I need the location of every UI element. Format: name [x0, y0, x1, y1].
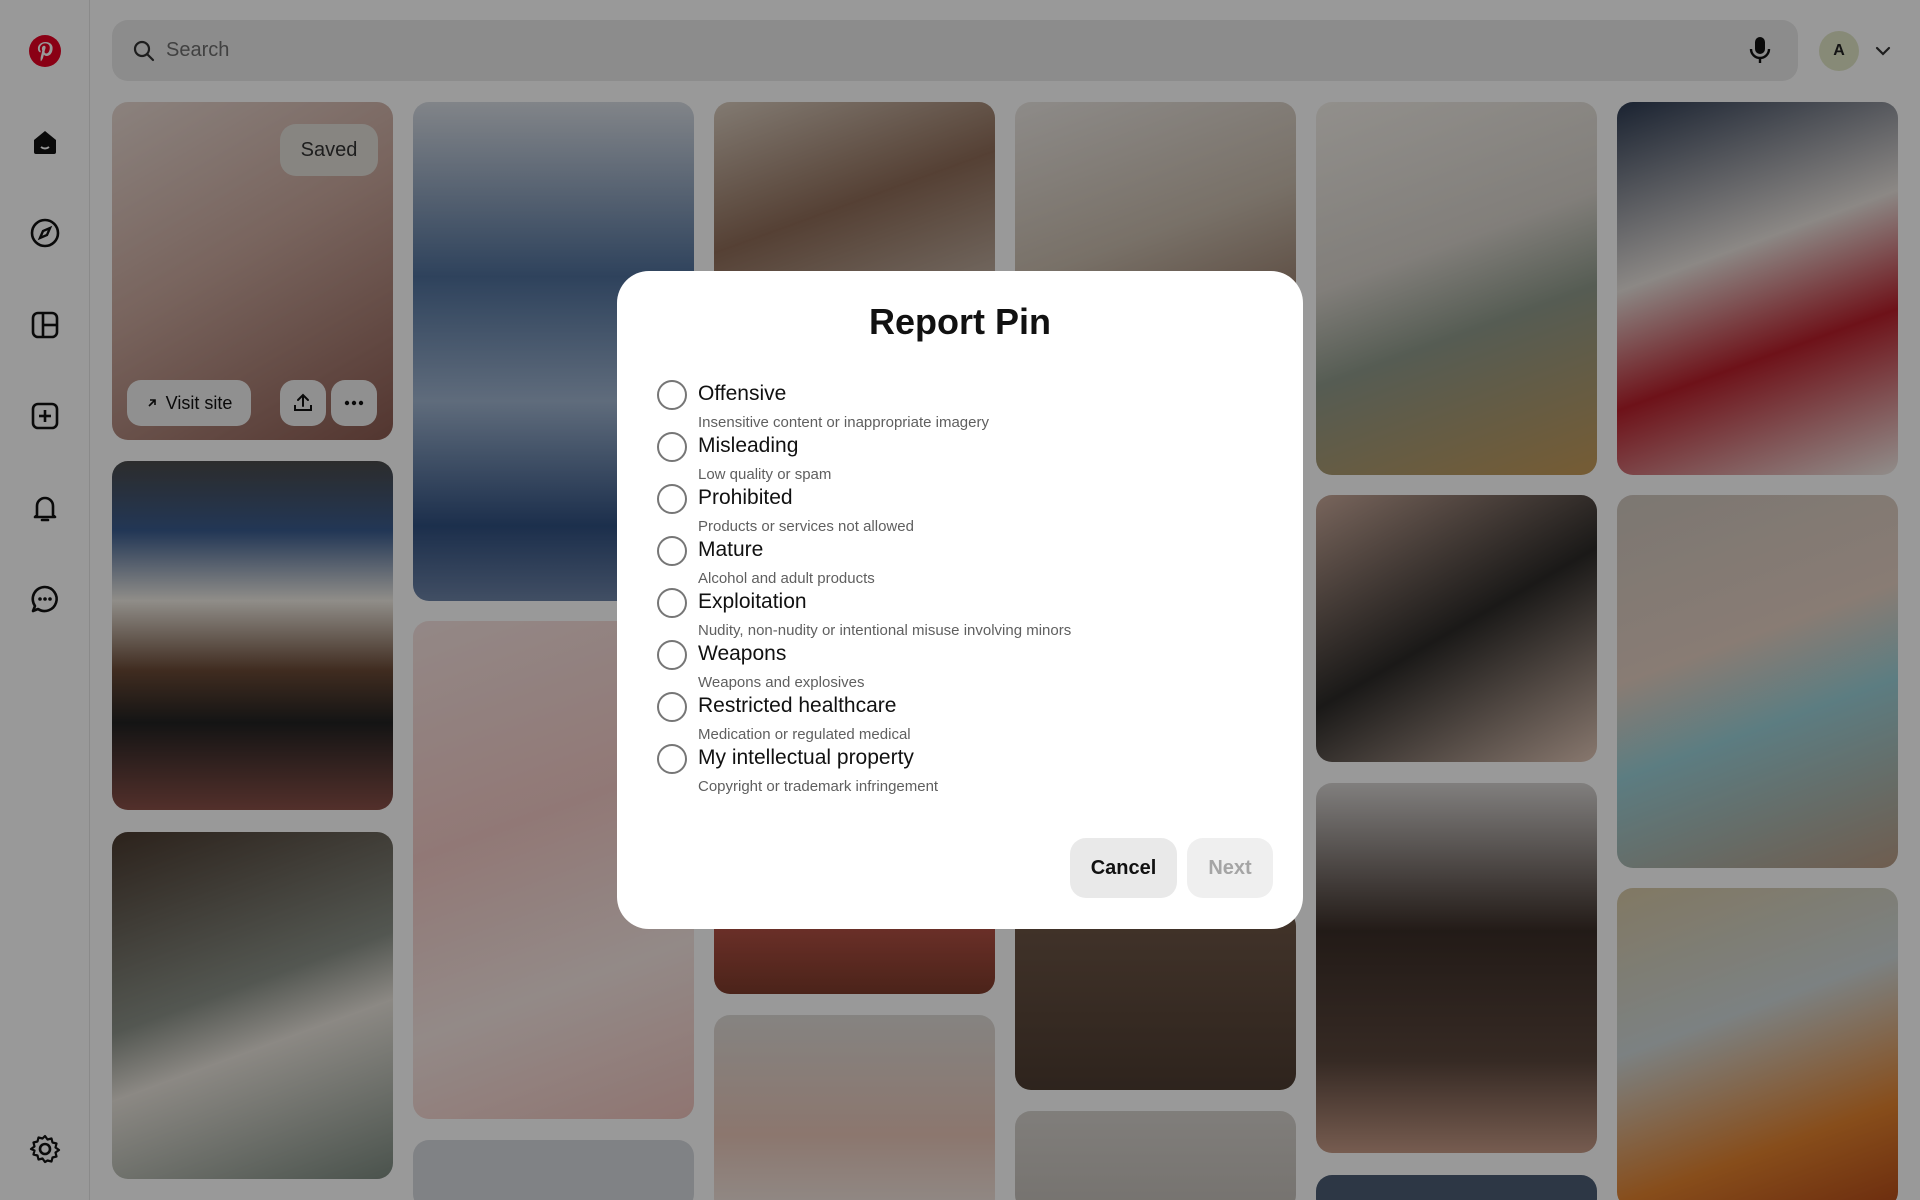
- radio-button[interactable]: [657, 588, 687, 618]
- option-description: Products or services not allowed: [698, 518, 914, 535]
- option-label: Weapons: [698, 642, 787, 665]
- report-option-weapons[interactable]: Weapons Weapons and explosives: [657, 640, 1257, 692]
- option-description: Medication or regulated medical: [698, 726, 911, 743]
- radio-button[interactable]: [657, 536, 687, 566]
- option-label: Restricted healthcare: [698, 694, 897, 717]
- report-option-offensive[interactable]: Offensive Insensitive content or inappro…: [657, 380, 1257, 432]
- option-description: Low quality or spam: [698, 466, 832, 483]
- report-option-intellectual-property[interactable]: My intellectual property Copyright or tr…: [657, 744, 1257, 796]
- report-option-prohibited[interactable]: Prohibited Products or services not allo…: [657, 484, 1257, 536]
- option-label: Exploitation: [698, 590, 807, 613]
- radio-button[interactable]: [657, 692, 687, 722]
- report-pin-dialog: Report Pin Offensive Insensitive content…: [617, 271, 1303, 929]
- option-description: Insensitive content or inappropriate ima…: [698, 414, 989, 431]
- radio-button[interactable]: [657, 640, 687, 670]
- option-label: Offensive: [698, 382, 787, 405]
- dialog-title: Report Pin: [868, 301, 1051, 342]
- report-option-mature[interactable]: Mature Alcohol and adult products: [657, 536, 1257, 588]
- option-label: My intellectual property: [698, 746, 914, 769]
- option-label: Mature: [698, 538, 764, 561]
- report-option-restricted-healthcare[interactable]: Restricted healthcare Medication or regu…: [657, 692, 1257, 744]
- option-description: Weapons and explosives: [698, 674, 865, 691]
- option-label: Misleading: [698, 434, 799, 457]
- cancel-button[interactable]: Cancel: [1070, 838, 1177, 898]
- radio-button[interactable]: [657, 484, 687, 514]
- radio-button[interactable]: [657, 380, 687, 410]
- radio-button[interactable]: [657, 744, 687, 774]
- radio-button[interactable]: [657, 432, 687, 462]
- option-description: Nudity, non-nudity or intentional misuse…: [698, 622, 1072, 639]
- next-button[interactable]: Next: [1187, 838, 1273, 898]
- option-description: Alcohol and adult products: [698, 570, 875, 587]
- report-option-misleading[interactable]: Misleading Low quality or spam: [657, 432, 1257, 484]
- report-option-exploitation[interactable]: Exploitation Nudity, non-nudity or inten…: [657, 588, 1257, 640]
- option-label: Prohibited: [698, 486, 793, 509]
- option-description: Copyright or trademark infringement: [698, 778, 939, 795]
